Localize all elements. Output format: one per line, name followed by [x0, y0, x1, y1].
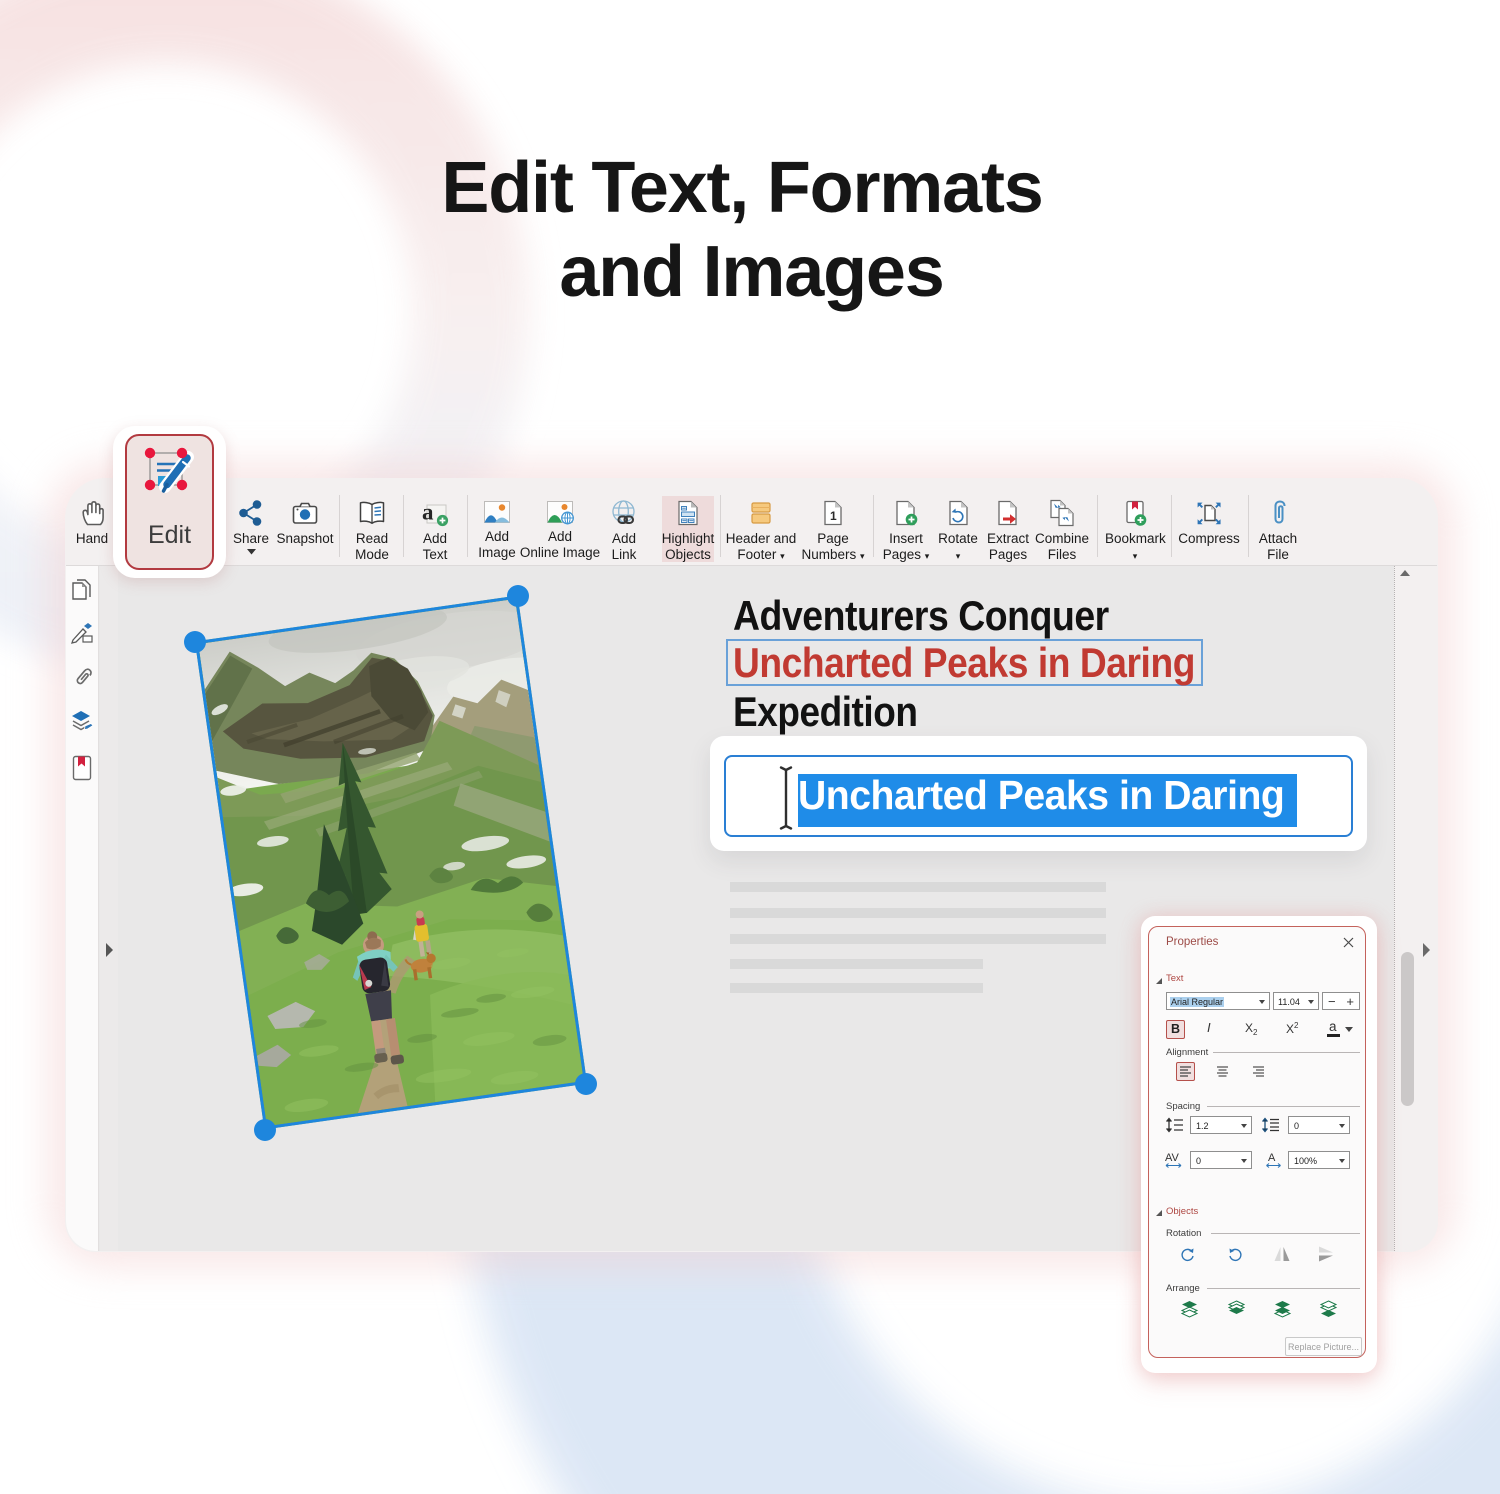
svg-text:1: 1 [830, 509, 837, 523]
svg-text:a: a [422, 500, 434, 525]
svg-text:A: A [1268, 1152, 1276, 1164]
svg-text:AV: AV [1165, 1152, 1180, 1164]
